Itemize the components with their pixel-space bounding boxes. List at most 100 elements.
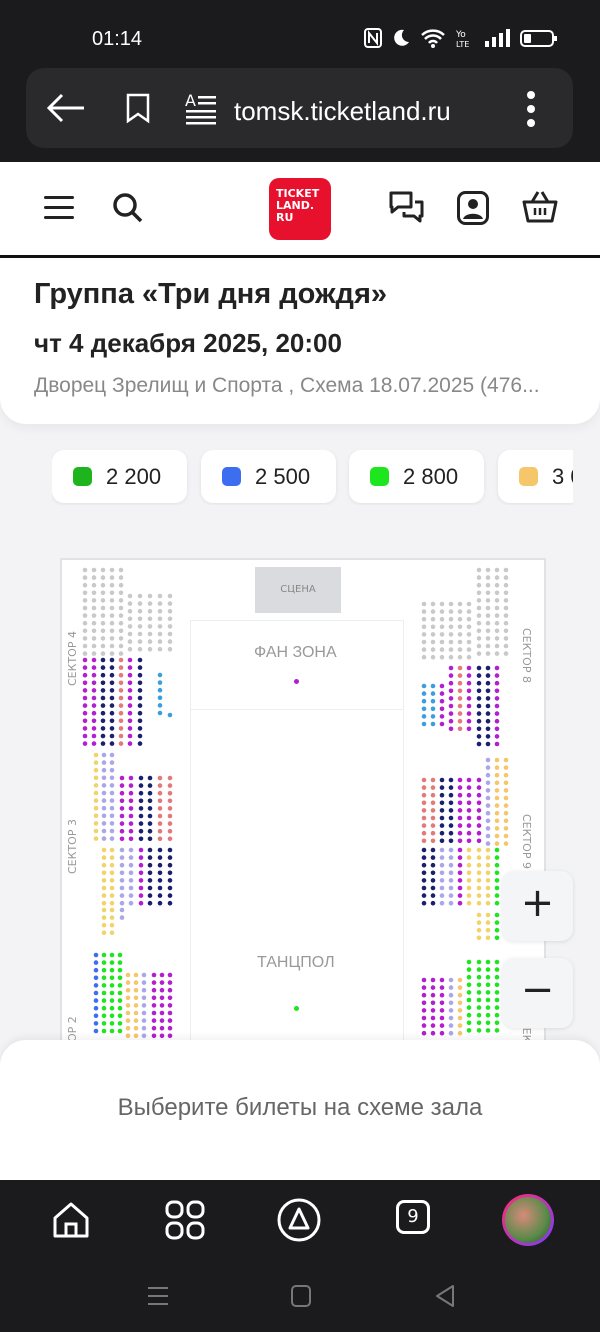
seat-dot[interactable] xyxy=(147,855,153,860)
seat-dot[interactable] xyxy=(448,673,454,678)
seat-dot[interactable] xyxy=(101,828,107,834)
seat-dot[interactable] xyxy=(127,726,133,731)
seat-dot[interactable] xyxy=(141,972,147,978)
seat-dot[interactable] xyxy=(466,711,472,716)
seat-dot[interactable] xyxy=(457,985,463,990)
seat-dot[interactable] xyxy=(91,703,97,708)
seat-dot[interactable] xyxy=(93,805,99,811)
seat-dot[interactable] xyxy=(448,885,454,891)
seat-dot[interactable] xyxy=(157,862,163,868)
seat-dot[interactable] xyxy=(93,1021,99,1026)
seat-dot[interactable] xyxy=(127,646,133,652)
seat-dot[interactable] xyxy=(448,985,454,990)
seat-dot[interactable] xyxy=(439,870,445,876)
seat-dot[interactable] xyxy=(430,647,436,652)
reader-mode-icon[interactable]: A xyxy=(184,90,218,126)
seat-dot[interactable] xyxy=(167,616,173,622)
seat-dot[interactable] xyxy=(167,631,173,637)
seat-dot[interactable] xyxy=(109,922,115,928)
seat-dot[interactable] xyxy=(476,605,482,611)
seat-dot[interactable] xyxy=(494,1012,500,1018)
seat-dot[interactable] xyxy=(119,813,125,819)
seat-dot[interactable] xyxy=(151,980,157,985)
seat-dot[interactable] xyxy=(127,608,133,614)
seat-dot[interactable] xyxy=(476,990,482,995)
seat-dot[interactable] xyxy=(421,985,427,990)
seat-dot[interactable] xyxy=(127,639,133,644)
seat-dot[interactable] xyxy=(457,838,463,844)
seat-dot[interactable] xyxy=(485,1012,491,1018)
seat-dot[interactable] xyxy=(101,790,107,796)
seat-dot[interactable] xyxy=(157,646,163,652)
seat-dot[interactable] xyxy=(119,915,125,920)
seat-dot[interactable] xyxy=(93,975,99,981)
seat-dot[interactable] xyxy=(93,983,99,988)
seat-dot[interactable] xyxy=(137,688,143,693)
seat-dot[interactable] xyxy=(101,1028,107,1034)
seat-dot[interactable] xyxy=(430,609,436,614)
seat-dot[interactable] xyxy=(138,775,144,781)
seat-dot[interactable] xyxy=(476,711,482,716)
seat-dot[interactable] xyxy=(457,624,463,630)
seat-dot[interactable] xyxy=(494,862,500,868)
seat-dot[interactable] xyxy=(503,803,509,808)
seat-dot[interactable] xyxy=(138,847,144,853)
seat-dot[interactable] xyxy=(448,711,454,716)
seat-dot[interactable] xyxy=(494,703,500,709)
seat-dot[interactable] xyxy=(157,695,163,701)
seat-dot[interactable] xyxy=(457,830,463,836)
seat-dot[interactable] xyxy=(448,777,454,783)
seat-dot[interactable] xyxy=(466,900,472,906)
seat-dot[interactable] xyxy=(494,598,500,603)
seat-dot[interactable] xyxy=(485,651,491,656)
seat-dot[interactable] xyxy=(167,624,173,629)
seat-dot[interactable] xyxy=(109,636,115,641)
seat-dot[interactable] xyxy=(494,788,500,793)
seat-dot[interactable] xyxy=(138,862,144,868)
seat-dot[interactable] xyxy=(485,575,491,580)
seat-dot[interactable] xyxy=(494,643,500,649)
seat-dot[interactable] xyxy=(448,830,454,836)
more-menu-icon[interactable] xyxy=(524,90,538,128)
seat-dot[interactable] xyxy=(147,639,153,644)
seat-dot[interactable] xyxy=(125,1003,131,1008)
seat-dot[interactable] xyxy=(494,1020,500,1026)
seat-dot[interactable] xyxy=(476,800,482,806)
seat-dot[interactable] xyxy=(494,605,500,611)
seat-dot[interactable] xyxy=(494,974,500,980)
seat-dot[interactable] xyxy=(91,605,97,611)
price-chip[interactable]: 2 200 xyxy=(52,450,187,503)
seat-dot[interactable] xyxy=(138,806,144,811)
seat-dot[interactable] xyxy=(109,665,115,670)
seat-dot[interactable] xyxy=(494,780,500,786)
seat-dot[interactable] xyxy=(91,741,97,746)
seat-dot[interactable] xyxy=(101,798,107,803)
seat-dot[interactable] xyxy=(503,841,509,846)
seat-dot[interactable] xyxy=(118,567,124,573)
seat-dot[interactable] xyxy=(138,855,144,860)
seat-dot[interactable] xyxy=(117,1028,123,1034)
seat-dot[interactable] xyxy=(439,847,445,853)
seat-dot[interactable] xyxy=(421,815,427,821)
seat-dot[interactable] xyxy=(485,711,491,716)
seat-dot[interactable] xyxy=(476,792,482,798)
seat-dot[interactable] xyxy=(82,605,88,611)
seat-dot[interactable] xyxy=(82,620,88,626)
seat-dot[interactable] xyxy=(128,783,134,788)
seat-dot[interactable] xyxy=(439,878,445,883)
seat-dot[interactable] xyxy=(457,847,463,853)
seat-dot[interactable] xyxy=(430,855,436,860)
seat-dot[interactable] xyxy=(448,808,454,813)
seat-dot[interactable] xyxy=(101,760,107,765)
seat-dot[interactable] xyxy=(485,927,491,933)
seat-dot[interactable] xyxy=(159,980,165,985)
seat-dot[interactable] xyxy=(141,1003,147,1008)
seat-dot[interactable] xyxy=(117,960,123,965)
seat-dot[interactable] xyxy=(448,862,454,868)
seat-dot[interactable] xyxy=(167,1003,173,1008)
seat-dot[interactable] xyxy=(82,651,88,656)
seat-dot[interactable] xyxy=(93,952,99,958)
seat-dot[interactable] xyxy=(466,815,472,821)
seat-dot[interactable] xyxy=(503,826,509,831)
seat-dot[interactable] xyxy=(82,575,88,580)
